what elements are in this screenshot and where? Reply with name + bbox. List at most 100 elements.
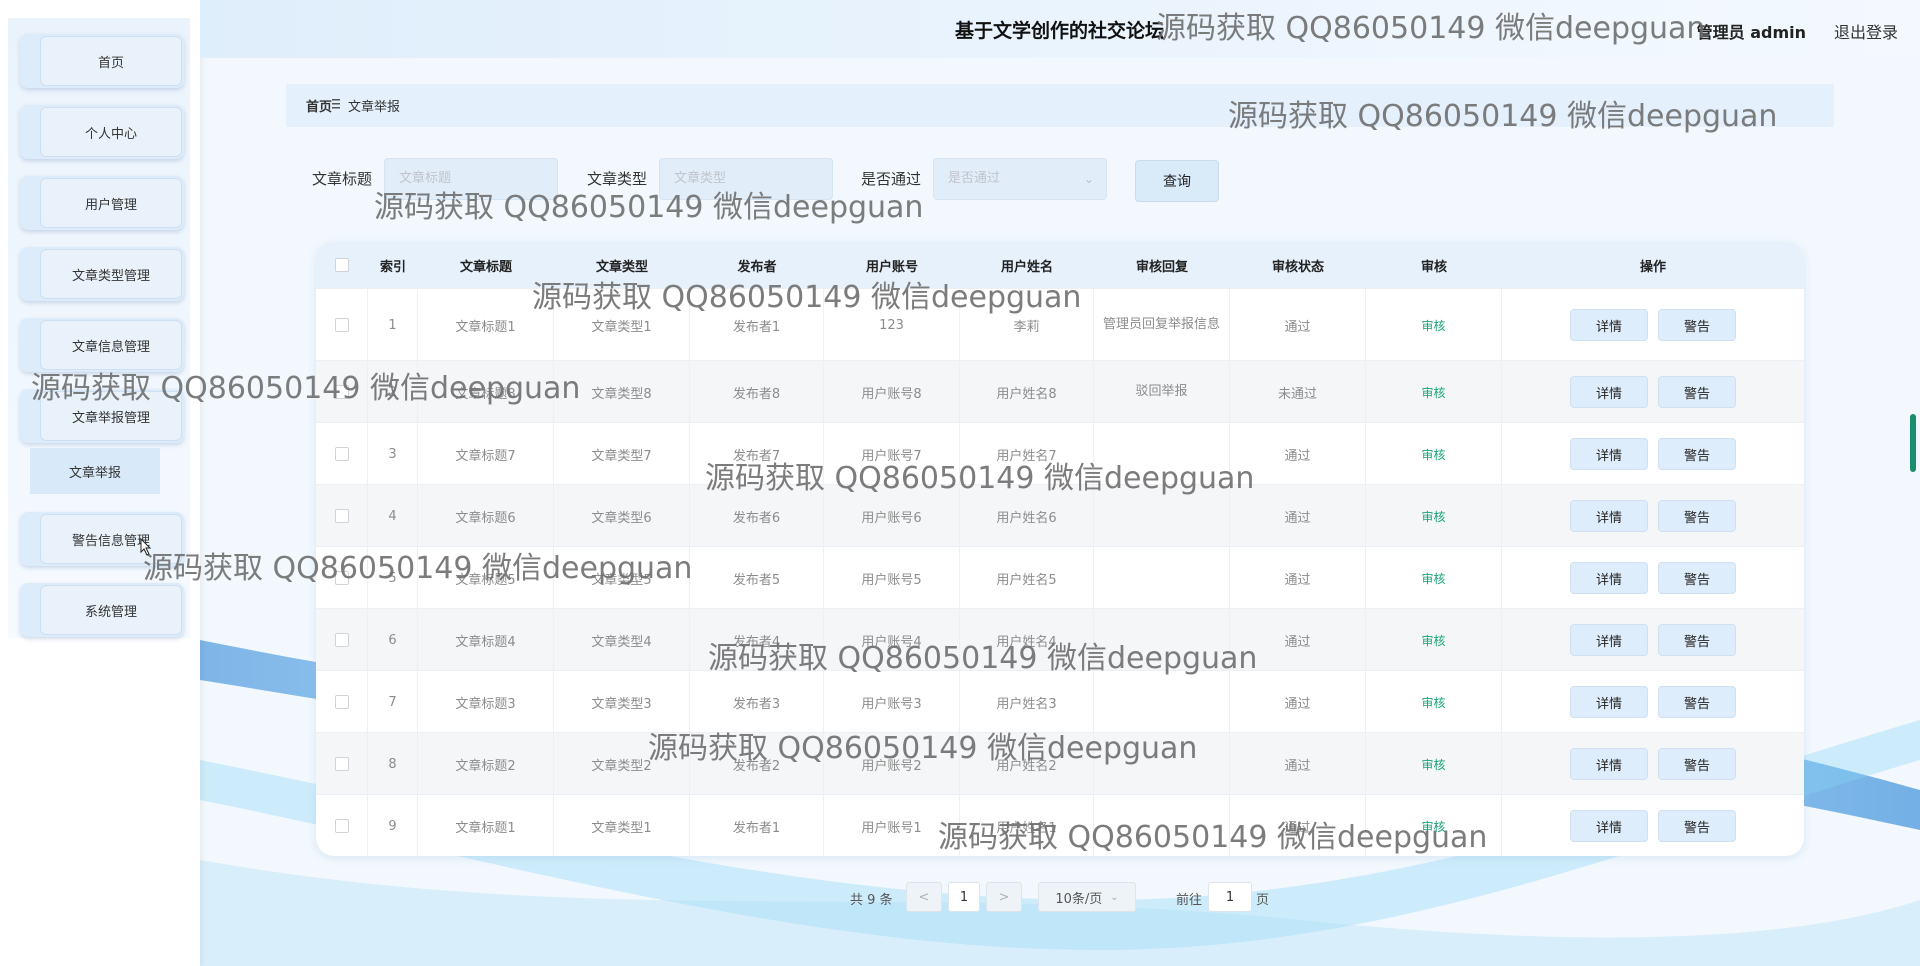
cell-status: 未通过 (1230, 361, 1366, 423)
row-checkbox[interactable] (334, 819, 349, 833)
cell-index: 3 (368, 423, 418, 485)
warn-button[interactable]: 警告 (1658, 810, 1736, 842)
cell-account: 用户账号7 (824, 423, 960, 485)
cell-reply (1094, 671, 1230, 733)
warn-button[interactable]: 警告 (1658, 438, 1736, 470)
row-checkbox[interactable] (334, 447, 349, 461)
sidebar-item-article-report-management[interactable]: 文章举报管理 (20, 389, 184, 443)
sidebar-item-system-management[interactable]: 系统管理 (20, 583, 184, 637)
cell-title: 文章标题2 (418, 733, 554, 795)
search-filters: 文章标题 文章标题 文章类型 文章类型 是否通过 是否通过 ⌄ 查询 (312, 156, 1312, 202)
cell-title: 文章标题6 (418, 485, 554, 547)
cell-reply: 驳回举报 (1094, 361, 1230, 423)
cell-name: 用户姓名3 (960, 671, 1094, 733)
cell-type: 文章类型4 (554, 609, 690, 671)
detail-button[interactable]: 详情 (1570, 686, 1648, 718)
pagination: 共 9 条 < 1 > 10条/页 ⌄ 前往 1 页 (850, 882, 1270, 912)
row-checkbox[interactable] (334, 633, 349, 647)
cell-index: 1 (368, 289, 418, 361)
cell-audit-link[interactable]: 审核 (1366, 671, 1502, 733)
cell-audit-link[interactable]: 审核 (1366, 795, 1502, 856)
select-all-checkbox[interactable] (335, 258, 349, 272)
sidebar-item-home[interactable]: 首页 (20, 34, 184, 88)
table-row: 7 文章标题3 文章类型3 发布者3 用户账号3 用户姓名3 通过 审核 详情 警告 (316, 670, 1804, 733)
row-checkbox-cell[interactable] (316, 547, 368, 609)
title-filter-label: 文章标题 (312, 170, 373, 188)
cell-audit-link[interactable]: 审核 (1366, 547, 1502, 609)
col-reply: 审核回复 (1135, 259, 1188, 275)
row-checkbox[interactable] (334, 318, 349, 332)
cell-audit-link[interactable]: 审核 (1366, 361, 1502, 423)
row-checkbox-cell[interactable] (316, 485, 368, 547)
cell-account: 用户账号4 (824, 609, 960, 671)
row-checkbox-cell[interactable] (316, 423, 368, 485)
cell-audit-link[interactable]: 审核 (1366, 485, 1502, 547)
warn-button[interactable]: 警告 (1658, 376, 1736, 408)
detail-button[interactable]: 详情 (1570, 748, 1648, 780)
detail-button[interactable]: 详情 (1570, 438, 1648, 470)
cell-name: 用户姓名1 (960, 795, 1094, 856)
col-actions: 操作 (1639, 259, 1666, 275)
col-type: 文章类型 (595, 259, 648, 275)
detail-button[interactable]: 详情 (1570, 309, 1648, 341)
table-header: 索引 文章标题 文章类型 发布者 用户账号 用户姓名 审核回复 审核状态 审核 … (316, 242, 1804, 288)
row-checkbox[interactable] (334, 385, 349, 399)
warn-button[interactable]: 警告 (1658, 686, 1736, 718)
warn-button[interactable]: 警告 (1658, 624, 1736, 656)
sidebar-item-article-type-management[interactable]: 文章类型管理 (20, 247, 184, 301)
chevron-left-icon[interactable]: < (906, 882, 942, 912)
row-checkbox-cell[interactable] (316, 609, 368, 671)
warn-button[interactable]: 警告 (1658, 500, 1736, 532)
detail-button[interactable]: 详情 (1570, 500, 1648, 532)
row-checkbox-cell[interactable] (316, 289, 368, 361)
select-all-checkbox-cell[interactable] (316, 242, 368, 288)
row-checkbox[interactable] (334, 509, 349, 523)
cell-audit-link[interactable]: 审核 (1366, 609, 1502, 671)
breadcrumb-home[interactable]: 首页 (306, 96, 332, 115)
pass-filter-select[interactable]: 是否通过 ⌄ (933, 158, 1107, 200)
detail-button[interactable]: 详情 (1570, 624, 1648, 656)
cell-status: 通过 (1230, 547, 1366, 609)
warn-button[interactable]: 警告 (1658, 309, 1736, 341)
logout-link[interactable]: 退出登录 (1834, 19, 1898, 43)
warn-button[interactable]: 警告 (1658, 562, 1736, 594)
cell-status: 通过 (1230, 671, 1366, 733)
query-button[interactable]: 查询 (1135, 160, 1219, 202)
cell-status: 通过 (1230, 423, 1366, 485)
row-checkbox-cell[interactable] (316, 795, 368, 856)
row-checkbox-cell[interactable] (316, 733, 368, 795)
cell-reply (1094, 485, 1230, 547)
sidebar-item-user-management[interactable]: 用户管理 (20, 176, 184, 230)
cell-name: 用户姓名2 (960, 733, 1094, 795)
row-checkbox[interactable] (334, 695, 349, 709)
sidebar-subitem-article-report[interactable]: 文章举报 (30, 448, 160, 494)
warn-button[interactable]: 警告 (1658, 748, 1736, 780)
cell-index: 9 (368, 795, 418, 856)
row-checkbox-cell[interactable] (316, 671, 368, 733)
sidebar-item-warning-management[interactable]: 警告信息管理 (20, 512, 184, 566)
cell-reply (1094, 795, 1230, 856)
col-name: 用户姓名 (1000, 259, 1053, 275)
row-checkbox[interactable] (334, 571, 349, 585)
goto-page-input[interactable]: 1 (1208, 882, 1252, 912)
sidebar-item-article-info-management[interactable]: 文章信息管理 (20, 318, 184, 372)
pagination-current-page[interactable]: 1 (948, 882, 980, 912)
cell-audit-link[interactable]: 审核 (1366, 289, 1502, 361)
page-scrollbar[interactable] (1910, 414, 1916, 472)
cell-audit-link[interactable]: 审核 (1366, 423, 1502, 485)
title-filter-input[interactable]: 文章标题 (384, 158, 558, 200)
cell-audit-link[interactable]: 审核 (1366, 733, 1502, 795)
table-row: 4 文章标题6 文章类型6 发布者6 用户账号6 用户姓名6 通过 审核 详情 警告 (316, 484, 1804, 547)
page-size-select[interactable]: 10条/页 ⌄ (1038, 882, 1136, 912)
cell-reply (1094, 733, 1230, 795)
table-row: 3 文章标题7 文章类型7 发布者7 用户账号7 用户姓名7 通过 审核 详情 警告 (316, 422, 1804, 485)
type-filter-input[interactable]: 文章类型 (659, 158, 833, 200)
row-checkbox-cell[interactable] (316, 361, 368, 423)
sidebar-item-personal-center[interactable]: 个人中心 (20, 105, 184, 159)
chevron-right-icon[interactable]: > (986, 882, 1022, 912)
row-checkbox[interactable] (334, 757, 349, 771)
cell-actions: 详情 警告 (1502, 423, 1804, 485)
detail-button[interactable]: 详情 (1570, 562, 1648, 594)
detail-button[interactable]: 详情 (1570, 810, 1648, 842)
detail-button[interactable]: 详情 (1570, 376, 1648, 408)
